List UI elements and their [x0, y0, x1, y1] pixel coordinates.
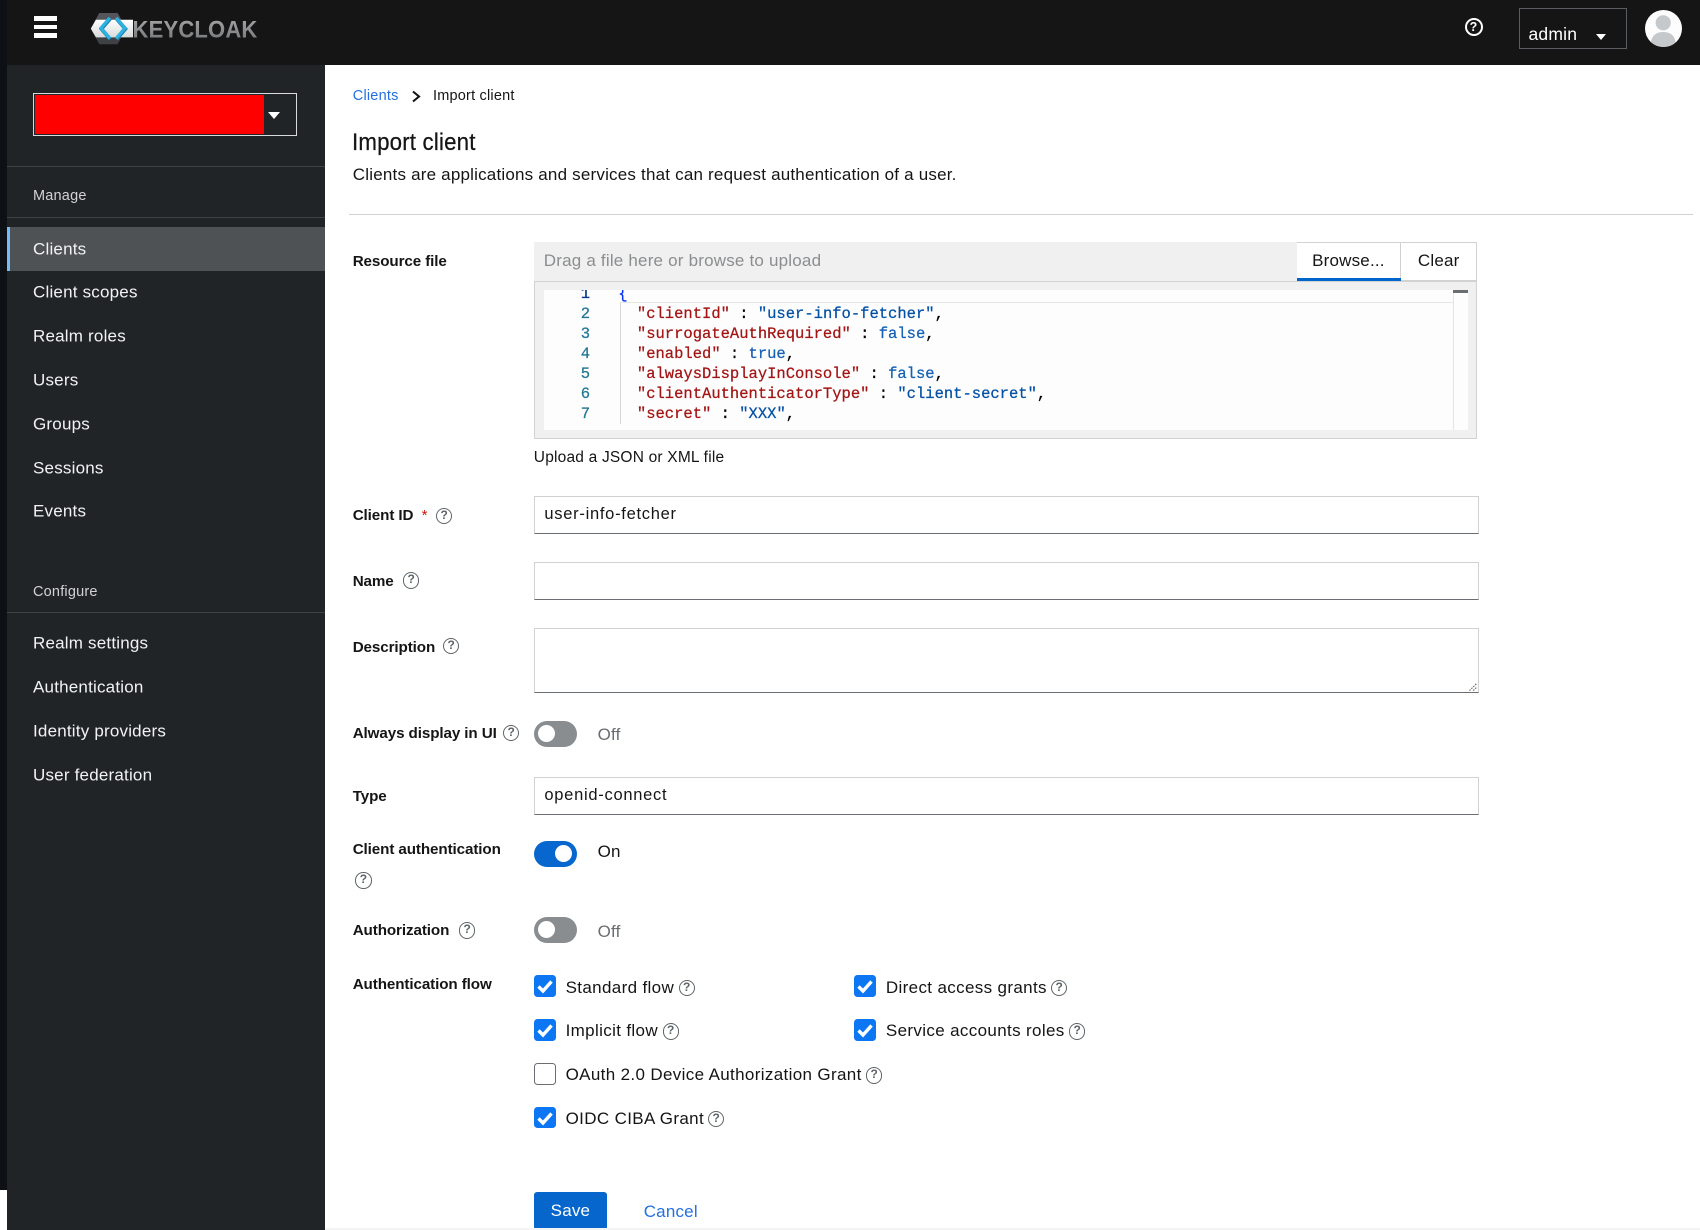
svg-text:KEYCLOAK: KEYCLOAK: [133, 16, 258, 43]
